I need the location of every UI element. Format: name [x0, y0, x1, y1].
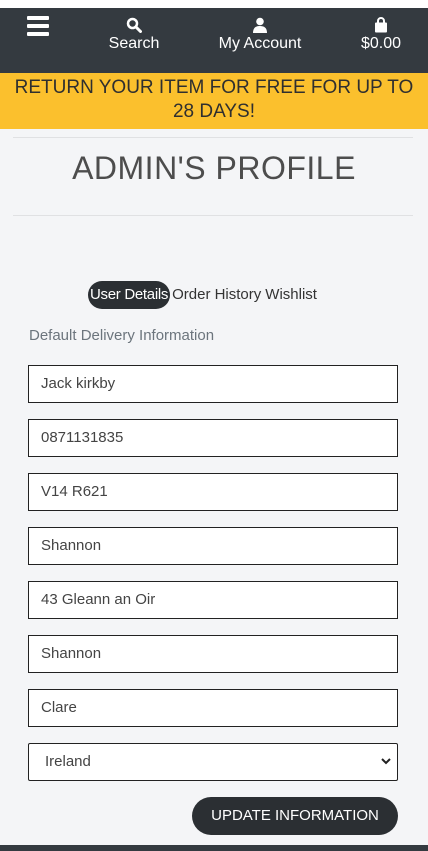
banner-line-2: 28 DAYS! [172, 101, 256, 122]
page-title: ADMIN'S PROFILE [72, 150, 356, 186]
profile-tabs: User Details Order History Wishlist [88, 281, 319, 309]
cart-nav-button[interactable]: $0.00 [355, 0, 407, 69]
free-returns-banner: RETURN YOUR ITEM FOR FREE FOR UP TO 28 D… [0, 73, 428, 129]
update-information-button[interactable]: UPDATE INFORMATION [192, 797, 398, 835]
postcode-field[interactable]: V14 R621 [28, 473, 398, 511]
shopping-bag-icon [375, 16, 387, 32]
search-nav-button[interactable]: Search [104, 0, 164, 69]
phone-number-field[interactable]: 0871131835 [28, 419, 398, 457]
country-select[interactable]: Ireland [28, 743, 398, 781]
banner-line-1: RETURN YOUR ITEM FOR FREE FOR UP TO [14, 77, 414, 98]
my-account-nav-button[interactable]: My Account [210, 0, 310, 69]
section-label: Default Delivery Information [29, 327, 215, 344]
divider-bottom [13, 215, 413, 216]
tab-user-details[interactable]: User Details [88, 281, 171, 309]
footer-edge [0, 845, 428, 851]
tab-wishlist[interactable]: Wishlist [263, 281, 319, 309]
street-address-1-field[interactable]: 43 Gleann an Oir [28, 581, 398, 619]
search-label: Search [108, 34, 160, 52]
town-or-city-field[interactable]: Shannon [28, 527, 398, 565]
county-field[interactable]: Clare [28, 689, 398, 727]
menu-toggle-icon[interactable] [27, 16, 49, 38]
search-icon [126, 17, 142, 33]
chevron-down-icon [381, 758, 391, 765]
divider-top [13, 137, 413, 138]
country-selected-value: Ireland [45, 753, 91, 770]
user-icon [253, 17, 267, 33]
street-address-2-field[interactable]: Shannon [28, 635, 398, 673]
full-name-field[interactable]: Jack kirkby [28, 365, 398, 403]
tab-order-history[interactable]: Order History [170, 281, 263, 309]
cart-total: $0.00 [360, 34, 402, 52]
my-account-label: My Account [218, 34, 302, 52]
